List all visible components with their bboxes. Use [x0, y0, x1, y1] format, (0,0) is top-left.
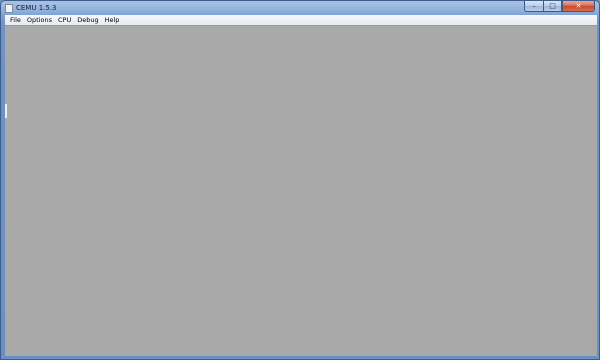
app-window-icon[interactable] — [5, 4, 13, 13]
close-icon: ✕ — [575, 2, 582, 10]
caption-buttons: – □ ✕ — [524, 1, 595, 12]
minimize-button[interactable]: – — [524, 1, 543, 12]
title-bar[interactable]: CEMU 1.5.3 – □ ✕ — [1, 1, 599, 15]
menu-file[interactable]: File — [7, 15, 24, 25]
menu-help[interactable]: Help — [102, 15, 123, 25]
main-window: CEMU 1.5.3 – □ ✕ File Options CPU Debug … — [0, 0, 600, 360]
maximize-button[interactable]: □ — [543, 1, 562, 12]
menu-options[interactable]: Options — [24, 15, 55, 25]
menu-cpu[interactable]: CPU — [55, 15, 74, 25]
window-title: CEMU 1.5.3 — [16, 4, 57, 12]
menu-bar: File Options CPU Debug Help — [5, 15, 597, 25]
minimize-icon: – — [532, 2, 536, 10]
resize-notch — [5, 104, 7, 118]
maximize-icon: □ — [549, 2, 556, 10]
close-button[interactable]: ✕ — [562, 1, 595, 12]
menu-debug[interactable]: Debug — [74, 15, 101, 25]
render-area[interactable] — [5, 25, 597, 356]
